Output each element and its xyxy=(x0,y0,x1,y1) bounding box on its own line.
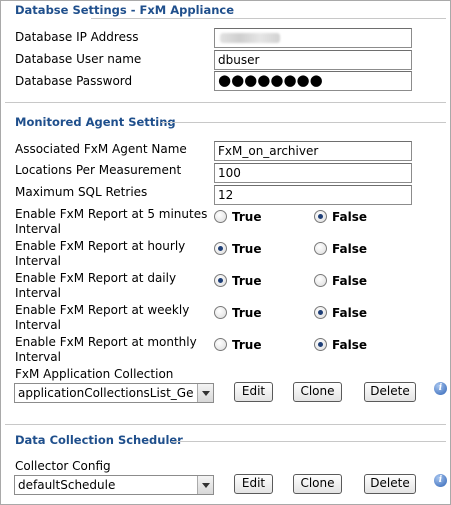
retries-label: Maximum SQL Retries xyxy=(15,185,148,199)
db-ip-input[interactable] xyxy=(214,28,412,48)
section-title-database: Databse Settings - FxM Appliance xyxy=(15,3,235,17)
collector-config-label: Collector Config xyxy=(15,459,111,473)
true-label: True xyxy=(232,242,262,256)
agent-name-label: Associated FxM Agent Name xyxy=(15,142,187,156)
report-hourly-true-radio[interactable] xyxy=(214,242,227,255)
db-ip-label: Database IP Address xyxy=(15,30,139,44)
report-monthly-true-radio[interactable] xyxy=(214,338,227,351)
collector-edit-button[interactable]: Edit xyxy=(234,474,273,494)
db-password-label: Database Password xyxy=(15,74,133,88)
report-weekly-true-radio[interactable] xyxy=(214,306,227,319)
collection-clone-button[interactable]: Clone xyxy=(293,382,342,402)
db-password-input[interactable]: ●●●●●●●● xyxy=(214,71,412,91)
false-label: False xyxy=(332,210,367,224)
section-divider xyxy=(5,102,446,103)
false-label: False xyxy=(332,338,367,352)
section-divider xyxy=(171,441,446,442)
report-daily-false-radio[interactable] xyxy=(314,274,327,287)
chevron-down-icon[interactable] xyxy=(197,476,213,494)
report-5min-true-radio[interactable] xyxy=(214,210,227,223)
true-label: True xyxy=(232,306,262,320)
section-divider xyxy=(5,424,446,425)
report-5min-false-radio[interactable] xyxy=(314,210,327,223)
collection-delete-button[interactable]: Delete xyxy=(364,382,416,402)
chevron-down-icon[interactable] xyxy=(197,384,213,402)
collection-label: FxM Application Collection xyxy=(15,367,174,381)
report-daily-label: Enable FxM Report at daily Interval xyxy=(15,271,177,300)
settings-panel: Databse Settings - FxM Appliance Databas… xyxy=(0,0,451,505)
info-icon[interactable]: i xyxy=(434,382,447,395)
collection-select[interactable]: applicationCollectionsList_Geo@l xyxy=(14,383,214,403)
report-monthly-label: Enable FxM Report at monthly Interval xyxy=(15,335,197,364)
false-label: False xyxy=(332,274,367,288)
report-monthly-false-radio[interactable] xyxy=(314,338,327,351)
report-weekly-false-radio[interactable] xyxy=(314,306,327,319)
redacted-ip-value xyxy=(220,33,280,43)
true-label: True xyxy=(232,274,262,288)
true-label: True xyxy=(232,338,262,352)
info-icon[interactable]: i xyxy=(434,474,447,487)
false-label: False xyxy=(332,306,367,320)
section-title-scheduler: Data Collection Scheduler xyxy=(15,433,183,447)
true-label: True xyxy=(232,210,262,224)
retries-input[interactable]: 12 xyxy=(214,185,412,205)
locations-label: Locations Per Measurement xyxy=(15,163,182,177)
locations-input[interactable]: 100 xyxy=(214,163,412,183)
collector-delete-button[interactable]: Delete xyxy=(364,474,416,494)
report-daily-true-radio[interactable] xyxy=(214,274,227,287)
collection-edit-button[interactable]: Edit xyxy=(234,382,273,402)
agent-name-input[interactable]: FxM_on_archiver xyxy=(214,141,412,161)
report-hourly-label: Enable FxM Report at hourly Interval xyxy=(15,239,186,268)
report-hourly-false-radio[interactable] xyxy=(314,242,327,255)
collector-config-select[interactable]: defaultSchedule xyxy=(14,475,214,495)
collection-selected-value: applicationCollectionsList_Geo@l xyxy=(18,386,194,400)
db-user-input[interactable]: dbuser xyxy=(214,50,412,70)
section-divider xyxy=(161,122,446,123)
report-5min-label: Enable FxM Report at 5 minutes Interval xyxy=(15,207,208,236)
section-divider xyxy=(91,18,446,19)
db-user-label: Database User name xyxy=(15,52,142,66)
false-label: False xyxy=(332,242,367,256)
collector-selected-value: defaultSchedule xyxy=(18,478,116,492)
collector-clone-button[interactable]: Clone xyxy=(293,474,342,494)
report-weekly-label: Enable FxM Report at weekly Interval xyxy=(15,303,190,332)
section-title-agent: Monitored Agent Setting xyxy=(15,115,176,129)
